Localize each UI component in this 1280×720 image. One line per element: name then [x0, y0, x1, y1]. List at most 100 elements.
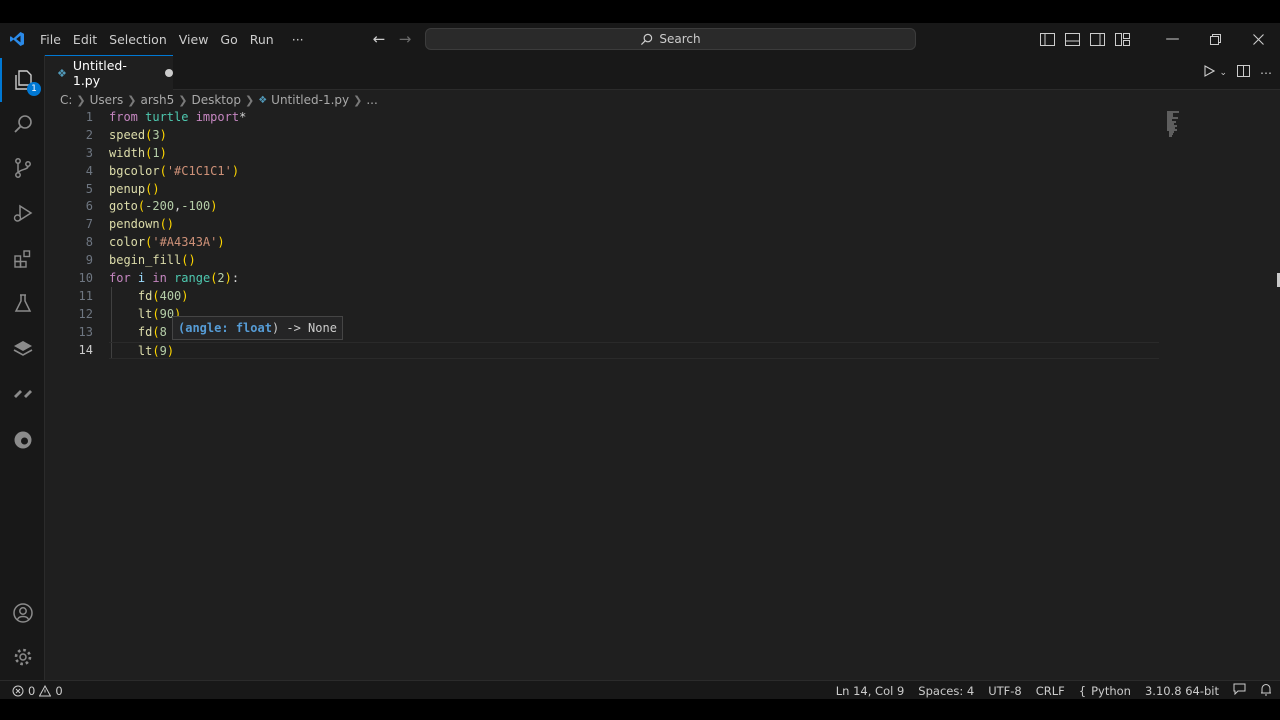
- run-file-icon[interactable]: [1203, 65, 1216, 80]
- line-number: 6: [85, 199, 93, 214]
- line-number: 2: [85, 127, 93, 142]
- title-bar: File Edit Selection View Go Run ··· ← → …: [0, 23, 1280, 55]
- indentation[interactable]: Spaces: 4: [918, 684, 974, 698]
- language-label: Python: [1091, 683, 1131, 698]
- code-token: *: [239, 110, 247, 124]
- breadcrumb-desktop[interactable]: Desktop: [191, 93, 241, 107]
- code-token: ): [166, 343, 175, 358]
- edge-browser-icon[interactable]: [0, 418, 45, 462]
- menu-edit[interactable]: Edit: [67, 32, 103, 47]
- breadcrumb-symbols[interactable]: ...: [366, 93, 377, 107]
- hint-open-paren: (: [178, 321, 186, 335]
- vscode-logo-icon: [0, 23, 34, 55]
- code-line[interactable]: fd(400): [109, 288, 1159, 306]
- line-number: 8: [85, 235, 93, 250]
- notifications-bell-icon[interactable]: [1260, 683, 1272, 699]
- toggle-primary-sidebar-icon[interactable]: [1039, 31, 1056, 48]
- code-token: 8: [159, 324, 167, 339]
- line-number: 9: [85, 253, 93, 268]
- code-token: color: [109, 235, 146, 250]
- code-token: import: [195, 110, 240, 124]
- code-token: fd: [109, 324, 153, 339]
- minimap[interactable]: [1165, 110, 1185, 138]
- code-token: (): [181, 253, 196, 268]
- close-window-button[interactable]: [1237, 23, 1280, 55]
- extensions-icon[interactable]: [0, 237, 45, 281]
- problems-indicator[interactable]: 0 0: [12, 681, 63, 700]
- tab-untitled-1[interactable]: ❖ Untitled-1.py: [45, 55, 173, 90]
- code-token: ): [210, 199, 218, 214]
- manage-gear-icon[interactable]: [0, 635, 45, 679]
- line-number: 11: [78, 288, 93, 303]
- python-interpreter[interactable]: 3.10.8 64-bit: [1145, 684, 1219, 698]
- code-token: pendown: [109, 217, 160, 232]
- code-token: (: [152, 288, 160, 303]
- code-line[interactable]: color('#A4343A'): [109, 234, 1159, 252]
- forward-arrow-icon[interactable]: →: [396, 30, 414, 48]
- breadcrumb-user[interactable]: arsh5: [140, 93, 174, 107]
- code-line[interactable]: width(1): [109, 145, 1159, 163]
- menu-selection[interactable]: Selection: [103, 32, 173, 47]
- toggle-panel-icon[interactable]: [1064, 31, 1081, 48]
- command-center-search[interactable]: Search: [425, 28, 916, 50]
- editor-area[interactable]: C: ❯ Users ❯ arsh5 ❯ Desktop ❯ ❖ Untitle…: [45, 90, 1280, 680]
- toggle-secondary-sidebar-icon[interactable]: [1089, 31, 1106, 48]
- code-line[interactable]: bgcolor('#C1C1C1'): [109, 163, 1159, 181]
- minimize-button[interactable]: —: [1151, 23, 1194, 55]
- line-number-gutter: 1 2 3 4 5 6 7 8 9 10 11 12 13 14: [45, 109, 93, 359]
- menu-bar: File Edit Selection View Go Run ···: [34, 32, 310, 47]
- code-token: (: [152, 306, 160, 321]
- menu-run[interactable]: Run: [244, 32, 280, 47]
- customize-layout-icon[interactable]: [1114, 31, 1131, 48]
- menu-more[interactable]: ···: [280, 32, 310, 47]
- search-view-icon[interactable]: [0, 102, 45, 146]
- restore-button[interactable]: [1194, 23, 1237, 55]
- unsaved-dot-icon[interactable]: [165, 69, 173, 77]
- python-file-icon: ❖: [57, 66, 67, 80]
- more-actions-icon[interactable]: ⋯: [1260, 66, 1272, 80]
- activity-bar: 1: [0, 55, 45, 680]
- accounts-icon[interactable]: [0, 591, 45, 635]
- menu-file[interactable]: File: [34, 32, 67, 47]
- code-token: speed: [109, 127, 146, 142]
- code-token: i: [130, 271, 153, 286]
- cursor-position[interactable]: Ln 14, Col 9: [836, 684, 905, 698]
- code-token: -100: [181, 199, 211, 214]
- warning-icon: [39, 684, 52, 696]
- explorer-icon[interactable]: 1: [0, 58, 45, 102]
- status-bar: 0 0 Ln 14, Col 9 Spaces: 4 UTF-8 CRLF { …: [0, 680, 1280, 699]
- remote-connection-icon[interactable]: [0, 372, 45, 416]
- code-line[interactable]: speed(3): [109, 127, 1159, 145]
- code-line[interactable]: from turtle import*: [109, 109, 1159, 127]
- testing-flask-icon[interactable]: [0, 282, 45, 326]
- code-line[interactable]: for i in range(2):: [109, 270, 1159, 288]
- menu-go[interactable]: Go: [214, 32, 243, 47]
- code-token: 400: [159, 288, 182, 303]
- language-mode[interactable]: { Python: [1079, 684, 1131, 698]
- line-number: 10: [78, 271, 93, 286]
- chevron-right-icon: ❯: [353, 93, 363, 107]
- breadcrumb-drive[interactable]: C:: [60, 93, 72, 107]
- stack-layers-icon[interactable]: [0, 327, 45, 371]
- source-control-icon[interactable]: [0, 146, 45, 190]
- breadcrumb-file[interactable]: Untitled-1.py: [271, 93, 349, 107]
- encoding[interactable]: UTF-8: [988, 684, 1022, 698]
- code-line[interactable]: goto(-200,-100): [109, 198, 1159, 216]
- feedback-icon[interactable]: [1233, 683, 1246, 698]
- code-token: turtle: [137, 110, 196, 124]
- split-editor-icon[interactable]: [1237, 65, 1250, 80]
- code-line[interactable]: begin_fill(): [109, 252, 1159, 270]
- run-and-debug-icon[interactable]: [0, 191, 45, 235]
- code-line[interactable]: pendown(): [109, 216, 1159, 234]
- end-of-line[interactable]: CRLF: [1036, 684, 1065, 698]
- code-token: ): [181, 288, 189, 303]
- code-token: :: [231, 271, 240, 286]
- menu-view[interactable]: View: [173, 32, 215, 47]
- search-icon: [641, 33, 653, 45]
- back-arrow-icon[interactable]: ←: [370, 30, 388, 48]
- breadcrumb-users[interactable]: Users: [90, 93, 124, 107]
- code-line[interactable]: lt(9): [109, 341, 1159, 360]
- run-dropdown-chevron-icon[interactable]: ⌄: [1219, 68, 1227, 78]
- code-line[interactable]: penup(): [109, 181, 1159, 199]
